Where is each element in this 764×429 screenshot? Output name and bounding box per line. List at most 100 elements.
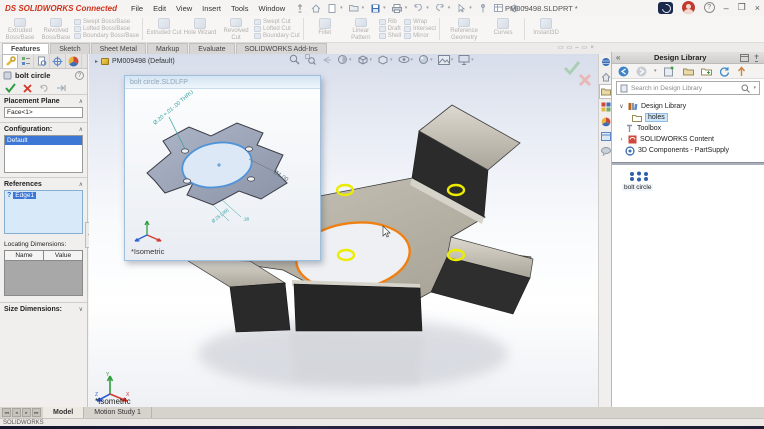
home-icon[interactable]: [311, 3, 321, 13]
tab-dimxpert-manager[interactable]: [50, 54, 66, 68]
tree-root-label[interactable]: PM009498 (Default): [112, 58, 175, 65]
create-folder-icon[interactable]: [701, 66, 712, 76]
tree-item-solidworks-content[interactable]: › SOLIDWORKS Content: [618, 134, 764, 145]
select-icon[interactable]: [456, 3, 466, 13]
new-document-icon[interactable]: [327, 3, 337, 13]
user-avatar[interactable]: [682, 1, 695, 14]
minimize-button[interactable]: –: [724, 3, 729, 13]
undo-arrow-icon[interactable]: [39, 84, 49, 93]
intersect-button[interactable]: Intersect: [404, 25, 436, 32]
graphics-viewport[interactable]: ▾ ▾ ▾ ▾ ▾ ▾ ▾ ▸ PM009498 (Default) bolt …: [89, 54, 598, 407]
tab-property-manager[interactable]: [2, 54, 18, 68]
menu-insert[interactable]: Insert: [202, 4, 221, 13]
menu-window[interactable]: Window: [258, 4, 285, 13]
pin-keep-visible-icon[interactable]: [56, 84, 66, 92]
tab-solidworks-add-ins[interactable]: SOLIDWORKS Add-Ins: [236, 43, 327, 54]
tab-scroll-buttons[interactable]: ◂◂◂▸▸▸: [0, 407, 43, 418]
mirror-button[interactable]: Mirror: [404, 33, 436, 40]
open-icon[interactable]: [349, 3, 359, 13]
view-orientation-icon[interactable]: ▾: [357, 54, 373, 65]
tree-item-holes[interactable]: holes: [618, 112, 764, 123]
view-settings-icon[interactable]: ▾: [458, 55, 474, 65]
help-icon[interactable]: ?: [704, 2, 715, 13]
library-item-bolt-circle[interactable]: bolt circle: [622, 171, 764, 191]
ok-check-icon[interactable]: [5, 83, 16, 93]
extruded-boss-base-button[interactable]: Extruded Boss/Base: [2, 17, 38, 41]
edit-appearance-icon[interactable]: ▾: [418, 54, 433, 65]
display-style-icon[interactable]: ▾: [377, 54, 393, 65]
tab-configuration-manager[interactable]: [34, 54, 50, 68]
table-icon[interactable]: [494, 3, 504, 13]
tab-feature-manager-tree[interactable]: [18, 54, 34, 68]
locating-dimensions-table[interactable]: Name Value: [4, 250, 83, 296]
zoom-to-fit-icon[interactable]: [289, 54, 300, 65]
linear-pattern-button[interactable]: Linear Pattern: [343, 17, 379, 41]
previous-view-icon[interactable]: [321, 55, 332, 65]
add-file-location-icon[interactable]: [683, 66, 694, 76]
boundary-boss-base-button[interactable]: Boundary Boss/Base: [74, 33, 139, 40]
document-window-controls[interactable]: ▭▭–▭×: [558, 44, 597, 51]
instant3d-button[interactable]: Instant3D: [528, 17, 564, 41]
boundary-cut-button[interactable]: Boundary Cut: [254, 33, 300, 40]
menu-file[interactable]: File: [131, 4, 143, 13]
tab-markup[interactable]: Markup: [147, 43, 188, 54]
hole-wizard-button[interactable]: Hole Wizard: [182, 17, 218, 41]
undo-icon[interactable]: [413, 3, 423, 13]
draft-button[interactable]: Draft: [379, 25, 401, 32]
extruded-cut-button[interactable]: Extruded Cut: [146, 17, 182, 41]
tab-model[interactable]: Model: [43, 407, 84, 418]
configuration-listbox[interactable]: Default: [4, 135, 83, 173]
search-input[interactable]: Search in Design Library: [631, 85, 738, 92]
pin-icon[interactable]: [295, 3, 305, 13]
curves-button[interactable]: Curves: [485, 17, 521, 41]
configuration-section[interactable]: Configuration:∧: [0, 123, 87, 134]
tab-sketch[interactable]: Sketch: [50, 43, 89, 54]
tab-evaluate[interactable]: Evaluate: [189, 43, 234, 54]
viewport-feature-tree[interactable]: ▸ PM009498 (Default): [95, 58, 175, 65]
tab-features[interactable]: Features: [2, 43, 49, 54]
revolved-boss-base-button[interactable]: Revolved Boss/Base: [38, 17, 74, 41]
library-preview-window[interactable]: bolt circle.SLDLFP Ø.20: [124, 75, 321, 261]
tree-item-design-library[interactable]: ∨ Design Library: [618, 101, 764, 112]
tree-item-3d-components[interactable]: 3D Components - PartSupply: [618, 145, 764, 156]
lofted-boss-base-button[interactable]: Lofted Boss/Base: [74, 25, 139, 32]
cancel-x-icon[interactable]: [23, 84, 32, 93]
swept-cut-button[interactable]: Swept Cut: [254, 18, 300, 25]
close-button[interactable]: ×: [755, 3, 760, 13]
refresh-icon[interactable]: [719, 66, 730, 77]
placement-plane-field[interactable]: Face<1>: [4, 107, 83, 118]
shell-button[interactable]: Shell: [379, 33, 401, 40]
wrap-button[interactable]: Wrap: [404, 18, 436, 25]
lofted-cut-button[interactable]: Lofted Cut: [254, 25, 300, 32]
search-bar[interactable]: Search in Design Library ▾: [616, 81, 760, 95]
redo-icon[interactable]: [435, 3, 445, 13]
up-level-icon[interactable]: [737, 66, 746, 77]
confirm-cancel-icon[interactable]: [578, 73, 592, 87]
forward-icon[interactable]: [636, 66, 647, 77]
tree-item-toolbox[interactable]: Toolbox: [618, 123, 764, 134]
reference-geometry-button[interactable]: Reference Geometry: [443, 17, 485, 41]
tab-motion-study-1[interactable]: Motion Study 1: [84, 407, 152, 418]
zoom-to-area-icon[interactable]: [305, 54, 316, 65]
3dexperience-compass-icon[interactable]: [658, 2, 673, 14]
swept-boss-base-button[interactable]: Swept Boss/Base: [74, 18, 139, 25]
pane-options-icon[interactable]: [740, 54, 749, 62]
pane-pin-icon[interactable]: [753, 54, 760, 62]
tree-expand-arrow[interactable]: ▸: [95, 58, 98, 65]
nav-dropdown-caret[interactable]: ▾: [654, 68, 657, 74]
section-view-icon[interactable]: ▾: [337, 54, 352, 65]
configuration-selected[interactable]: Default: [5, 136, 82, 145]
back-icon[interactable]: [618, 66, 629, 77]
menu-edit[interactable]: Edit: [153, 4, 166, 13]
attach-icon[interactable]: [478, 3, 488, 13]
save-icon[interactable]: [370, 3, 380, 13]
restore-button[interactable]: ❐: [738, 2, 746, 13]
tab-sheet-metal[interactable]: Sheet Metal: [91, 43, 146, 54]
fillet-button[interactable]: Fillet: [307, 17, 343, 41]
apply-scene-icon[interactable]: ▾: [438, 55, 454, 65]
revolved-cut-button[interactable]: Revolved Cut: [218, 17, 254, 41]
rib-button[interactable]: Rib: [379, 18, 401, 25]
search-icon[interactable]: [741, 84, 750, 93]
library-item-label[interactable]: bolt circle: [622, 184, 653, 191]
search-dropdown-caret[interactable]: ▾: [753, 85, 756, 91]
